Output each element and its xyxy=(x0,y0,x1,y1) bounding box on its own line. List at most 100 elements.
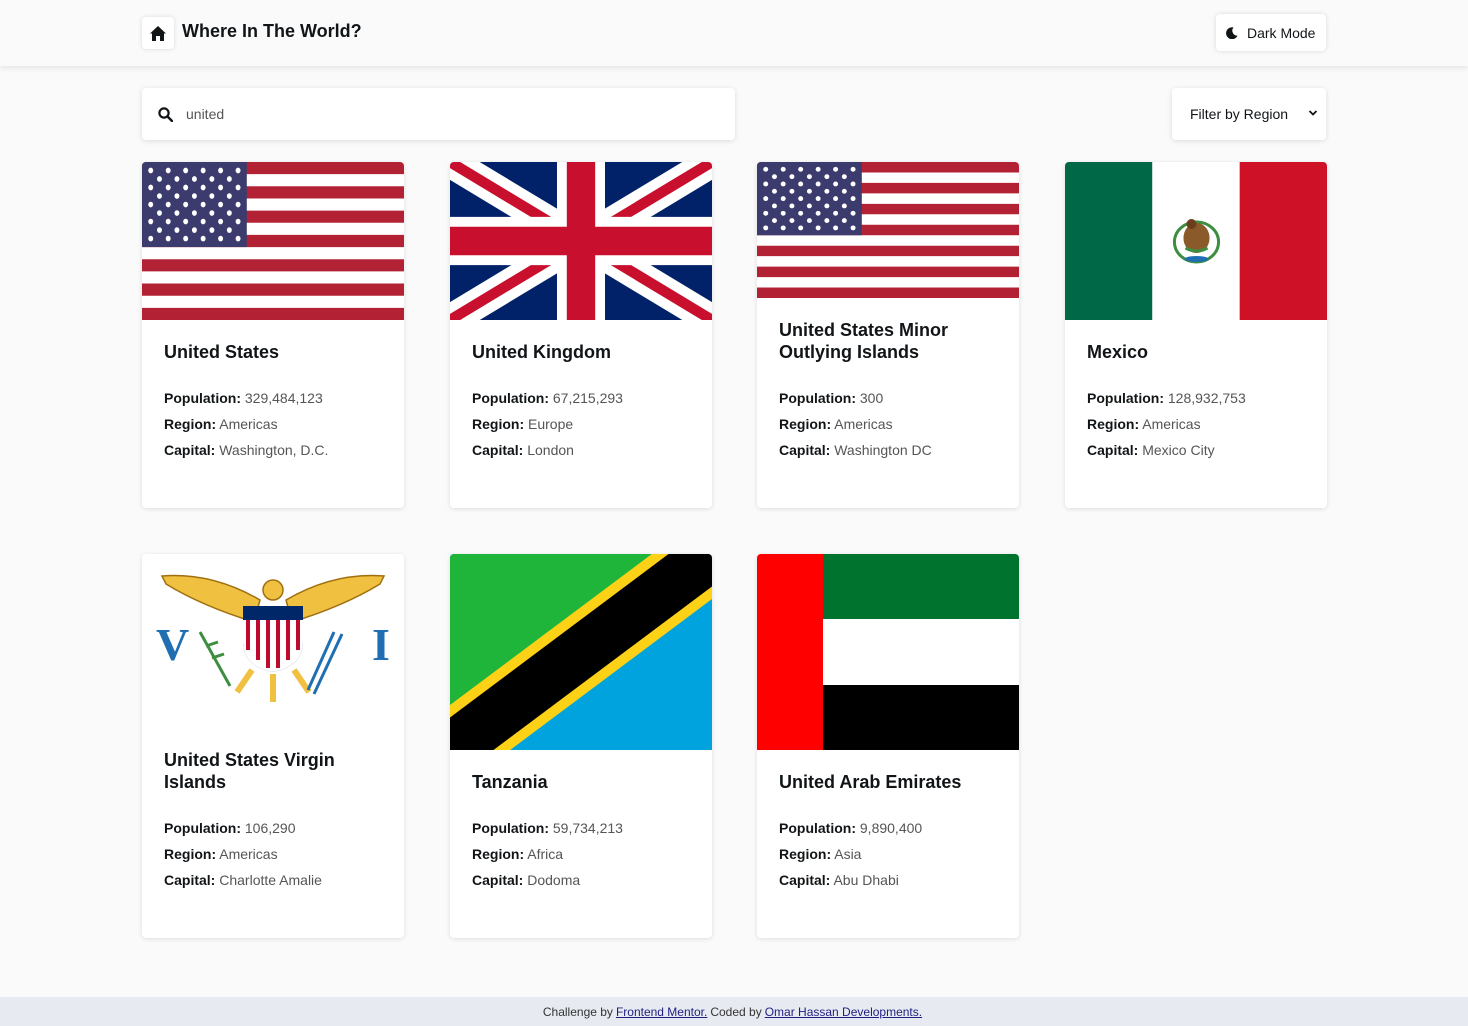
capital-row: Capital: Washington DC xyxy=(779,437,997,463)
region-row: Region: Africa xyxy=(472,841,690,867)
country-card[interactable]: United Arab Emirates Population: 9,890,4… xyxy=(757,554,1019,938)
population-row: Population: 128,932,753 xyxy=(1087,385,1305,411)
country-name: United States xyxy=(164,342,280,362)
dark-mode-button[interactable]: Dark Mode xyxy=(1216,14,1326,51)
capital-value: Washington, D.C. xyxy=(219,442,329,458)
capital-key: Capital: xyxy=(472,442,524,458)
page-footer: Challenge by Frontend Mentor. Coded by O… xyxy=(0,997,1468,1026)
population-row: Population: 59,734,213 xyxy=(472,815,690,841)
capital-key: Capital: xyxy=(164,872,216,888)
capital-row: Capital: Dodoma xyxy=(472,867,690,893)
capital-row: Capital: Mexico City xyxy=(1087,437,1305,463)
capital-value: Washington DC xyxy=(834,442,932,458)
country-name: United States Minor Outlying Islands xyxy=(779,320,949,362)
region-row: Region: Americas xyxy=(164,411,382,437)
capital-key: Capital: xyxy=(164,442,216,458)
region-value: Europe xyxy=(528,416,574,432)
population-row: Population: 106,290 xyxy=(164,815,382,841)
flag-usa-image xyxy=(142,162,404,320)
search-input[interactable] xyxy=(186,106,706,122)
capital-value: Charlotte Amalie xyxy=(219,872,322,888)
svg-text:I: I xyxy=(372,619,390,670)
population-value: 9,890,400 xyxy=(859,820,923,836)
population-key: Population: xyxy=(164,820,241,836)
region-key: Region: xyxy=(472,416,525,432)
capital-key: Capital: xyxy=(779,442,831,458)
search-icon xyxy=(158,106,173,122)
population-key: Population: xyxy=(779,820,856,836)
region-key: Region: xyxy=(164,846,217,862)
country-name: Mexico xyxy=(1087,342,1149,362)
region-value: Americas xyxy=(834,416,893,432)
country-name: United Kingdom xyxy=(472,342,611,362)
dark-mode-label: Dark Mode xyxy=(1247,24,1316,41)
capital-value: Abu Dhabi xyxy=(833,872,899,888)
region-row: Region: Europe xyxy=(472,411,690,437)
app-title: Where In The World? xyxy=(182,21,362,41)
region-value: Americas xyxy=(219,416,278,432)
capital-key: Capital: xyxy=(779,872,831,888)
home-icon xyxy=(150,25,166,41)
region-row: Region: Americas xyxy=(779,411,997,437)
country-name: Tanzania xyxy=(472,772,548,792)
capital-row: Capital: Washington, D.C. xyxy=(164,437,382,463)
country-card[interactable]: United States Population: 329,484,123 Re… xyxy=(142,162,404,508)
flag-usvi-image: V I xyxy=(142,554,404,728)
footer-middle: Coded by xyxy=(710,1004,762,1019)
population-key: Population: xyxy=(472,820,549,836)
capital-key: Capital: xyxy=(472,872,524,888)
region-key: Region: xyxy=(164,416,217,432)
population-value: 128,932,753 xyxy=(1167,390,1246,406)
population-value: 329,484,123 xyxy=(244,390,323,406)
region-key: Region: xyxy=(779,416,832,432)
region-value: Americas xyxy=(1142,416,1201,432)
country-card[interactable]: Tanzania Population: 59,734,213 Region: … xyxy=(450,554,712,938)
region-value: Americas xyxy=(219,846,278,862)
population-key: Population: xyxy=(472,390,549,406)
chevron-down-icon xyxy=(1308,110,1318,116)
population-value: 106,290 xyxy=(244,820,296,836)
population-key: Population: xyxy=(1087,390,1164,406)
region-row: Region: Americas xyxy=(164,841,382,867)
region-key: Region: xyxy=(472,846,525,862)
top-header: Where In The World? Dark Mode xyxy=(0,0,1468,66)
author-link[interactable]: Omar Hassan Developments. xyxy=(765,1005,922,1019)
region-filter-select[interactable]: Filter by Region xyxy=(1172,88,1326,140)
population-value: 59,734,213 xyxy=(552,820,623,836)
population-value: 300 xyxy=(859,390,884,406)
population-value: 67,215,293 xyxy=(552,390,623,406)
capital-value: London xyxy=(527,442,574,458)
search-bar xyxy=(142,88,735,140)
frontend-mentor-link[interactable]: Frontend Mentor. xyxy=(616,1005,707,1019)
home-button[interactable] xyxy=(142,17,174,49)
region-value: Asia xyxy=(834,846,862,862)
region-filter-label: Filter by Region xyxy=(1190,106,1289,122)
population-key: Population: xyxy=(164,390,241,406)
region-row: Region: Americas xyxy=(1087,411,1305,437)
svg-text:V: V xyxy=(156,619,189,670)
capital-row: Capital: Charlotte Amalie xyxy=(164,867,382,893)
population-row: Population: 300 xyxy=(779,385,997,411)
flag-usa-image xyxy=(757,162,1019,298)
population-row: Population: 9,890,400 xyxy=(779,815,997,841)
region-row: Region: Asia xyxy=(779,841,997,867)
capital-key: Capital: xyxy=(1087,442,1139,458)
country-name: United States Virgin Islands xyxy=(164,750,335,792)
capital-row: Capital: Abu Dhabi xyxy=(779,867,997,893)
region-key: Region: xyxy=(779,846,832,862)
country-card[interactable]: United States Minor Outlying Islands Pop… xyxy=(757,162,1019,508)
capital-value: Dodoma xyxy=(527,872,581,888)
country-card[interactable]: Mexico Population: 128,932,753 Region: A… xyxy=(1065,162,1327,508)
moon-icon xyxy=(1226,26,1238,39)
country-card[interactable]: V I United States Virgin Islands Populat… xyxy=(142,554,404,938)
region-value: Africa xyxy=(527,846,564,862)
flag-tanzania-image xyxy=(450,554,712,750)
country-card[interactable]: United Kingdom Population: 67,215,293 Re… xyxy=(450,162,712,508)
population-key: Population: xyxy=(779,390,856,406)
region-key: Region: xyxy=(1087,416,1140,432)
flag-mexico-image xyxy=(1065,162,1327,320)
flag-uae-image xyxy=(757,554,1019,750)
population-row: Population: 67,215,293 xyxy=(472,385,690,411)
country-name: United Arab Emirates xyxy=(779,772,962,792)
footer-prefix: Challenge by xyxy=(542,1004,613,1019)
